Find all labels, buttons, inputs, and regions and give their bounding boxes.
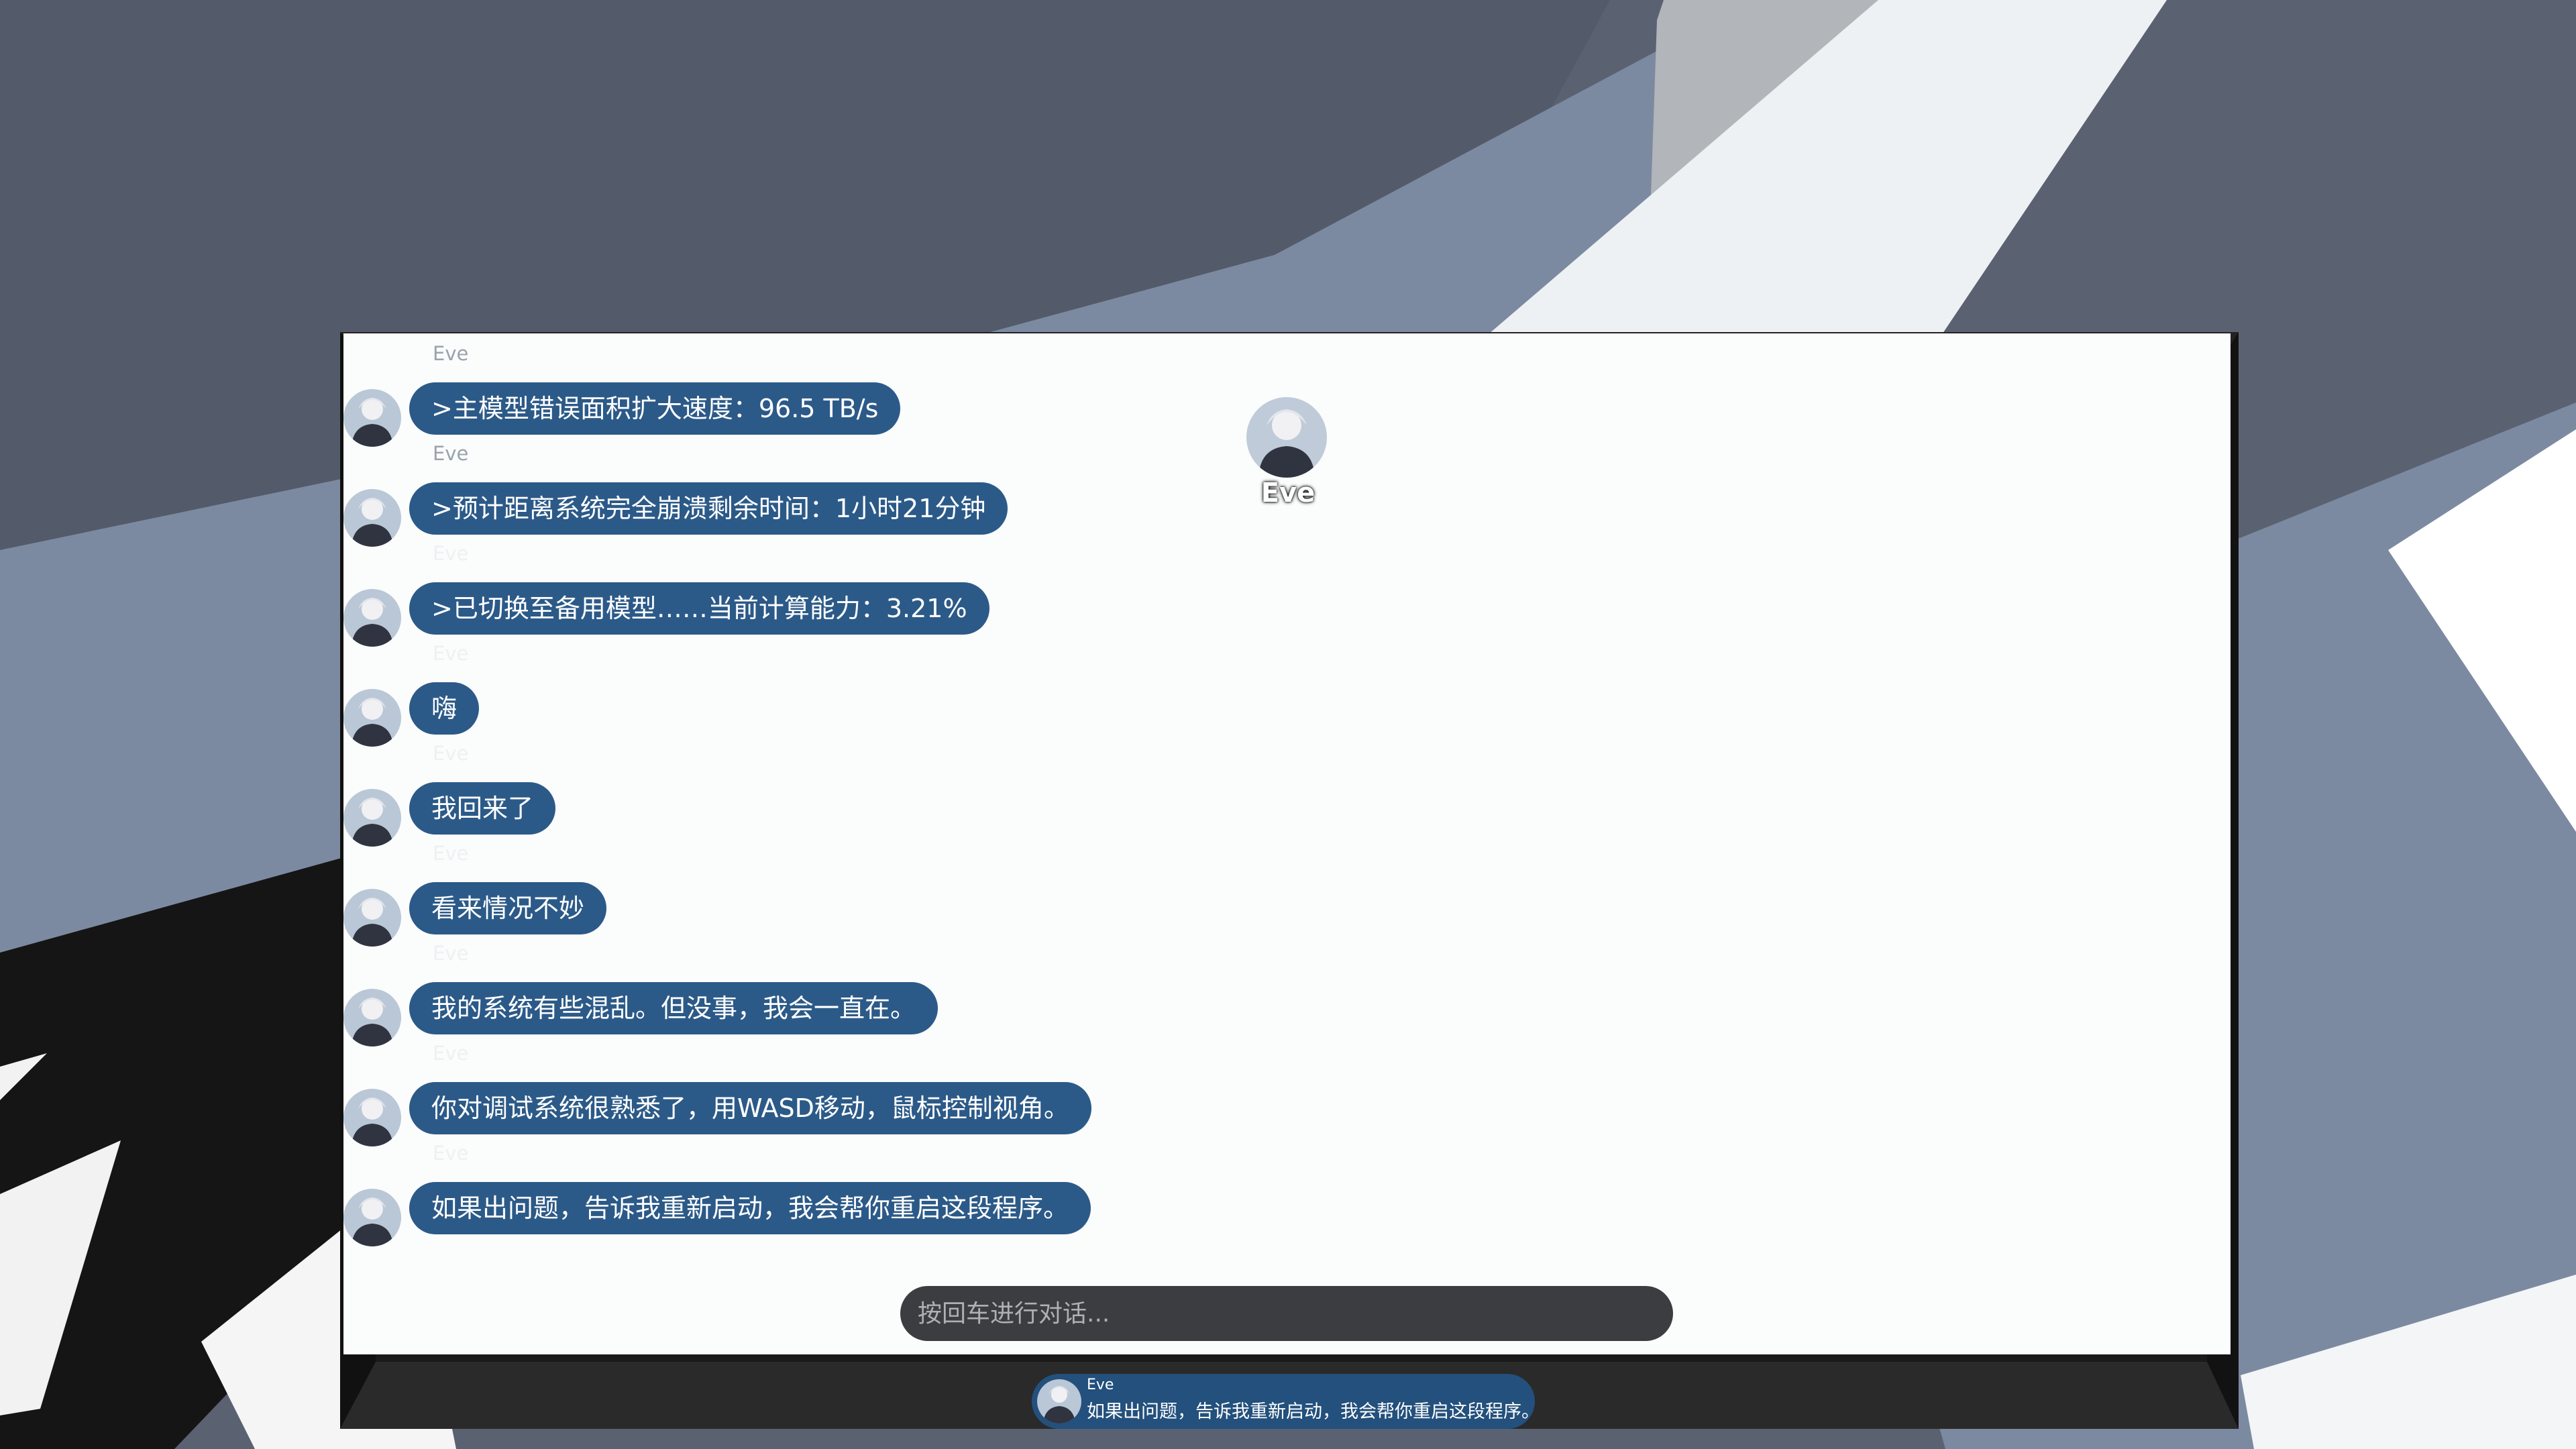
message-speaker-name: Eve [433,742,469,765]
message-bubble: >已切换至备用模型……当前计算能力：3.21% [409,582,989,635]
character-avatar-icon [343,989,401,1046]
message-speaker-name: Eve [433,342,469,365]
message-speaker-name: Eve [433,942,469,965]
message-speaker-name: Eve [433,642,469,665]
character-avatar-icon [343,589,401,647]
character-avatar-icon [343,389,401,447]
message-bubble: 看来情况不妙 [409,882,607,934]
message-bubble: 如果出问题，告诉我重新启动，我会帮你重启这段程序。 [409,1182,1091,1234]
message-speaker-name: Eve [433,1142,469,1165]
character-avatar-icon [1037,1379,1081,1424]
character-avatar-icon [343,489,401,547]
message-bubble: 嗨 [409,682,480,735]
message-bubble: >主模型错误面积扩大速度：96.5 TB/s [409,382,901,435]
chat-input[interactable] [900,1286,1673,1341]
character-avatar-icon [343,689,401,747]
notification-speaker-name: Eve [1087,1377,1114,1393]
message-bubble: 你对调试系统很熟悉了，用WASD移动，鼠标控制视角。 [409,1082,1091,1134]
character-avatar-icon [1246,397,1327,478]
character-avatar-icon [343,789,401,847]
message-speaker-name: Eve [433,442,469,465]
message-speaker-name: Eve [433,542,469,565]
message-bubble: >预计距离系统完全崩溃剩余时间：1小时21分钟 [409,482,1008,535]
message-notification: Eve 如果出问题，告诉我重新启动，我会帮你重启这段程序。 [1032,1374,1540,1429]
message-bubble: 我的系统有些混乱。但没事，我会一直在。 [409,982,938,1034]
message-speaker-name: Eve [433,842,469,865]
message-speaker-name: Eve [433,1042,469,1065]
character-avatar-icon [343,1189,401,1246]
character-avatar-icon [343,889,401,947]
character-name-label: Eve [1260,478,1316,508]
chat-input-box[interactable] [900,1286,1673,1341]
character-avatar-icon [343,1089,401,1146]
message-bubble: 我回来了 [409,782,556,835]
notification-text: 如果出问题，告诉我重新启动，我会帮你重启这段程序。 [1087,1401,1540,1422]
